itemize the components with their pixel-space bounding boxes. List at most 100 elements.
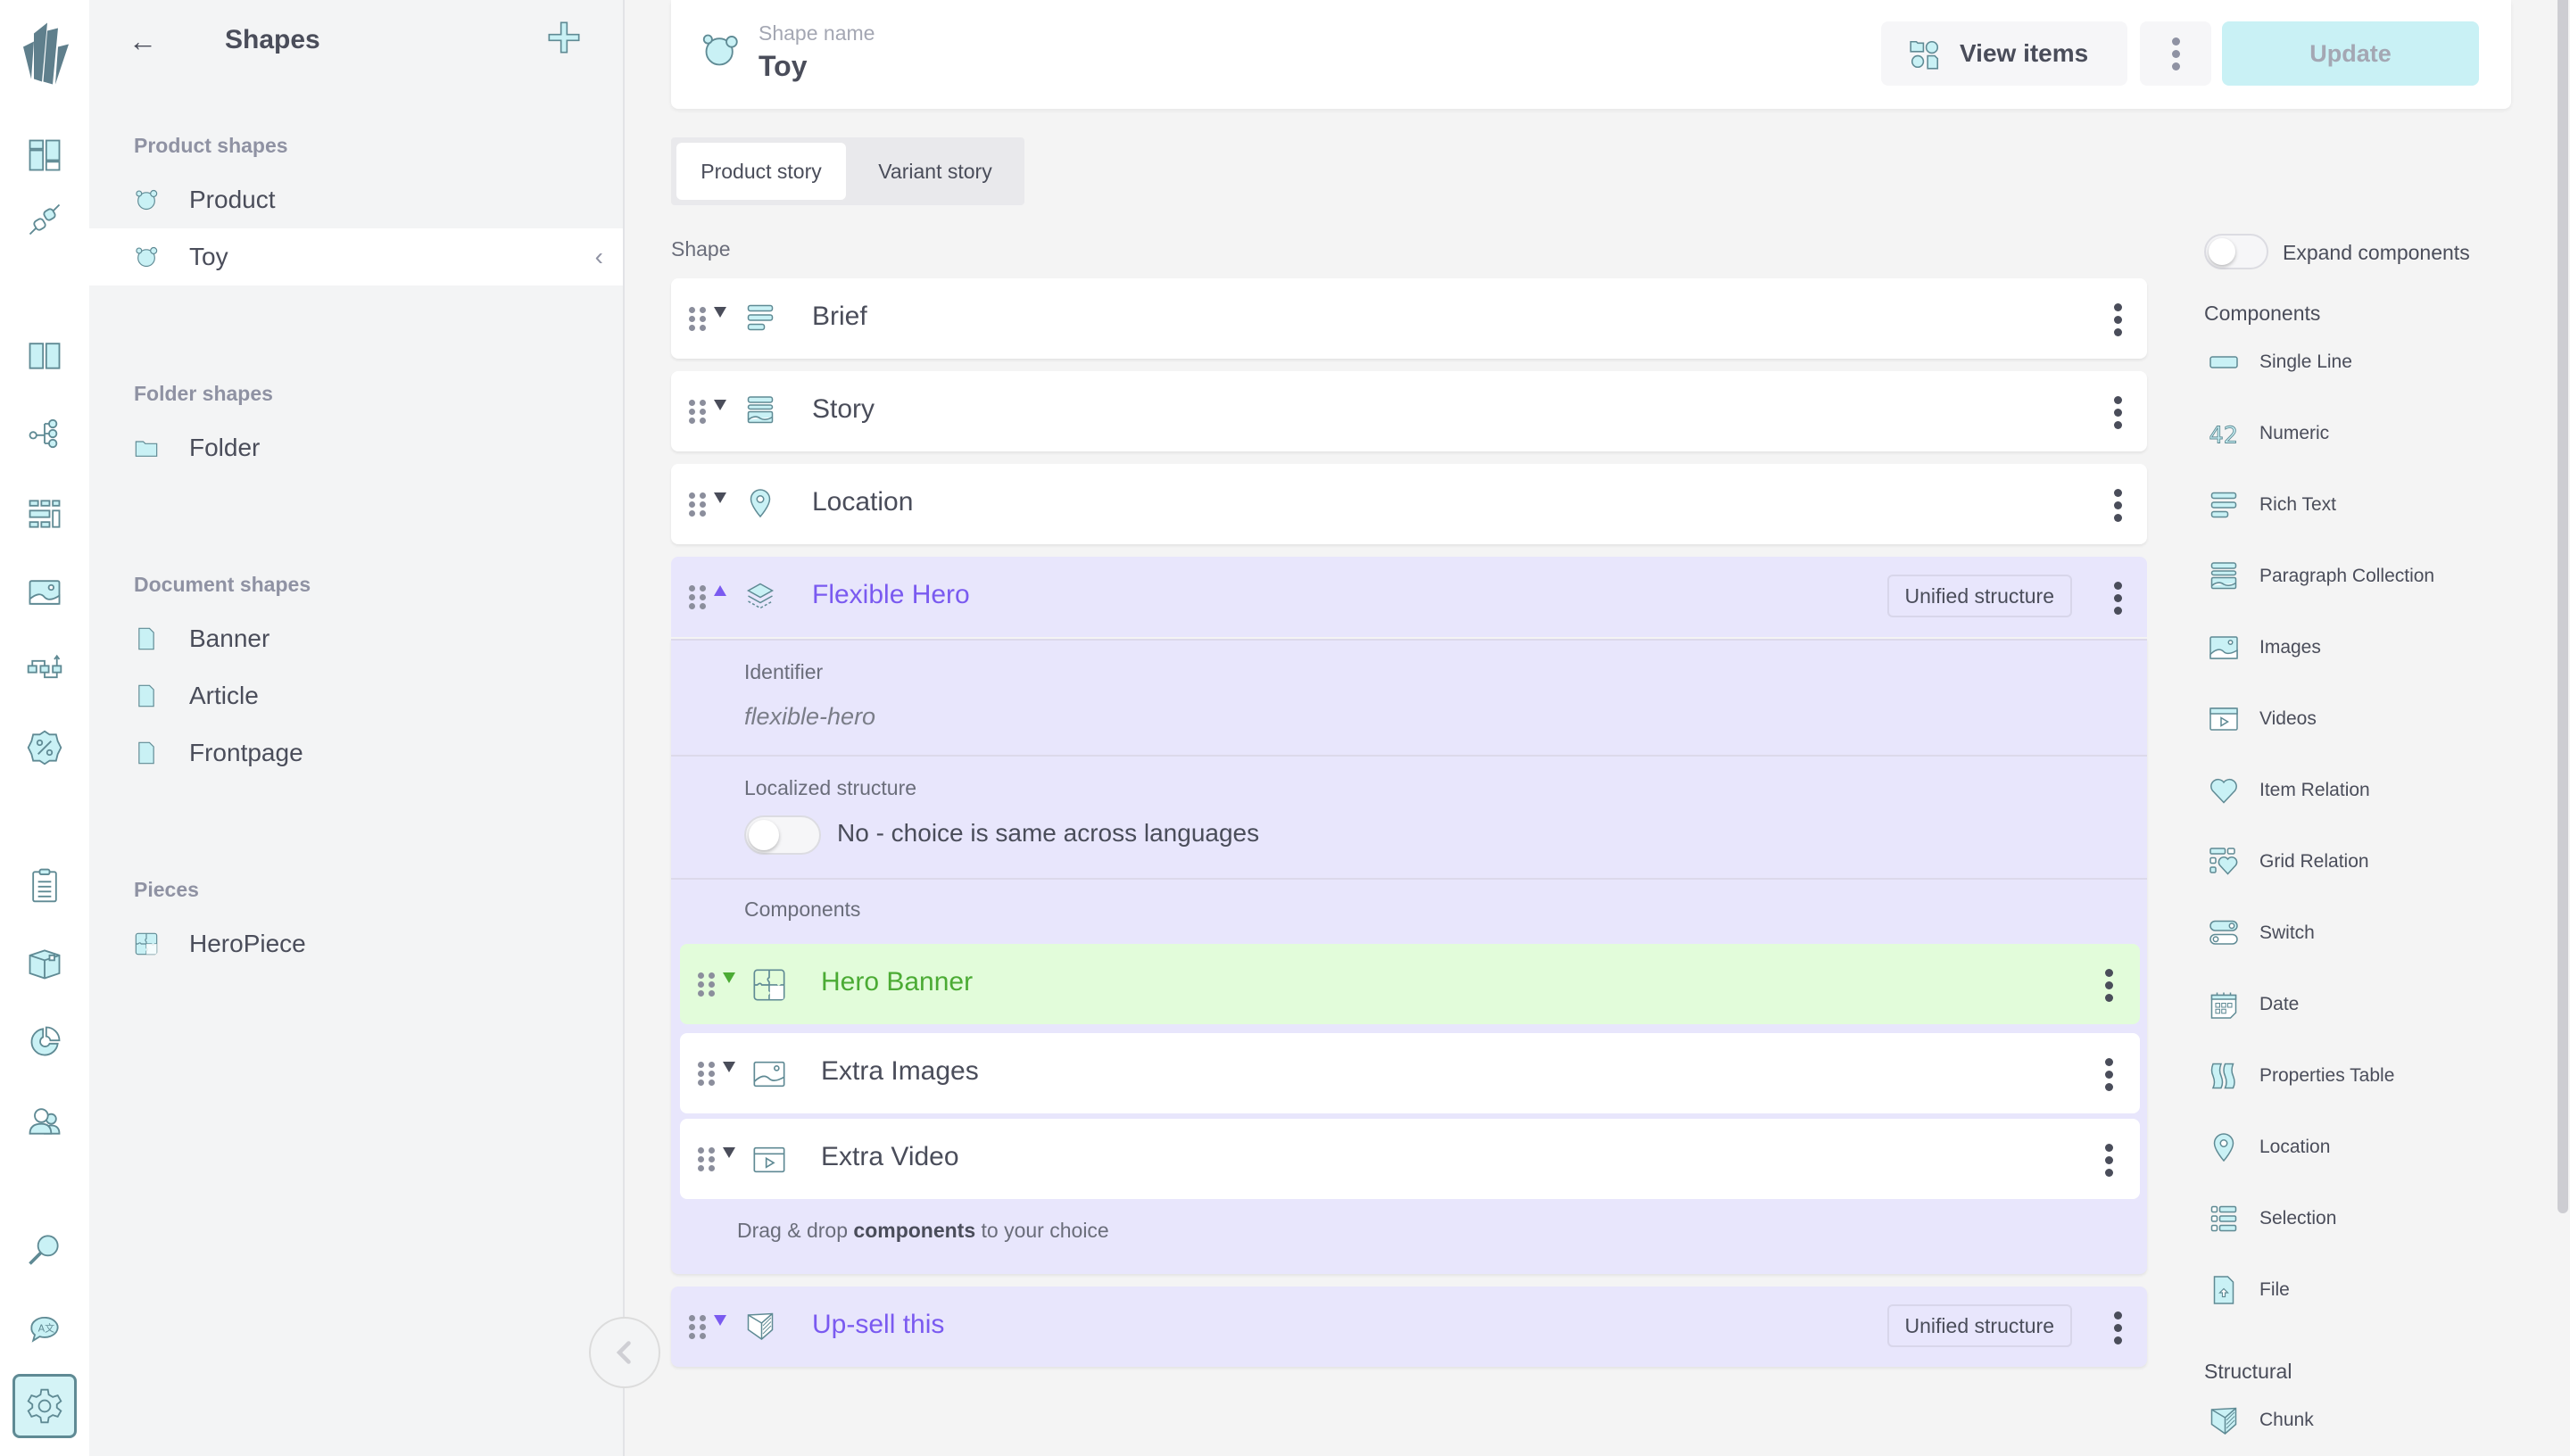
customers-icon[interactable] [23,1099,66,1142]
more-vertical-icon[interactable] [2114,489,2122,522]
component-row-hero-banner[interactable]: Hero Banner [680,944,2140,1024]
localized-structure-toggle[interactable] [744,815,821,855]
plus-icon[interactable] [546,20,582,55]
shape-name-input[interactable]: Toy [759,50,808,83]
divider [671,878,2147,880]
palette-item-date[interactable]: Date [2204,980,2499,1030]
discounts-icon[interactable] [23,726,66,769]
caret-up-icon[interactable] [714,585,726,596]
sidebar-item-folder[interactable]: Folder [89,419,623,476]
flows-icon[interactable] [23,648,66,691]
palette-item-selection[interactable]: Selection [2204,1194,2499,1244]
single-line-icon [2209,356,2238,368]
scrollbar-thumb[interactable] [2558,0,2568,1213]
caret-down-icon[interactable] [714,307,726,318]
palette-item-properties-table[interactable]: Properties Table [2204,1051,2499,1101]
identifier-input[interactable]: flexible-hero [744,703,875,731]
palette-item-paragraph-collection[interactable]: Paragraph Collection [2204,551,2499,601]
palette-item-location[interactable]: Location [2204,1122,2499,1172]
caret-down-icon[interactable] [723,1062,735,1072]
videos-icon [753,1146,785,1173]
palette-item-videos[interactable]: Videos [2204,694,2499,744]
drag-handle-icon[interactable] [689,1315,707,1339]
reports-icon[interactable] [23,1021,66,1063]
drag-handle-icon[interactable] [689,400,707,424]
collapse-sidebar-button[interactable] [589,1317,660,1388]
drag-handle-icon[interactable] [689,307,707,331]
topics-icon[interactable] [23,412,66,455]
grids-icon[interactable] [23,492,66,535]
page-scrollbar[interactable] [2556,0,2570,1456]
images-icon [2209,636,2238,659]
flexible-hero-settings: Identifier flexible-hero Localized struc… [671,639,2147,1274]
palette-item-images[interactable]: Images [2204,623,2499,673]
puzzle-icon [135,932,158,956]
bear-icon [136,189,158,211]
sidebar-item-toy[interactable]: Toy ‹ [89,228,623,285]
search-icon[interactable] [23,1228,66,1270]
component-row-story[interactable]: Story [671,371,2147,451]
grid-relation-icon [2209,848,2238,875]
sidebar-item-product[interactable]: Product [89,171,623,228]
tab-product-story[interactable]: Product story [676,143,846,200]
more-vertical-icon[interactable] [2105,1144,2113,1177]
update-button[interactable]: Update [2222,21,2479,86]
fulfilment-icon[interactable] [23,942,66,985]
sidebar-item-article[interactable]: Article [89,667,623,724]
chunk-icon [2210,1407,2237,1435]
component-row-flexible-hero[interactable]: Flexible Hero Unified structure [671,557,2147,637]
sidebar-item-banner[interactable]: Banner [89,610,623,667]
component-row-up-sell-this[interactable]: Up-sell this Unified structure [671,1286,2147,1367]
component-row-extra-video[interactable]: Extra Video [680,1119,2140,1199]
media-icon[interactable] [23,571,66,614]
tab-variant-story[interactable]: Variant story [850,143,1021,200]
palette-item-file[interactable]: File [2204,1265,2499,1315]
catalogue-icon[interactable] [23,334,66,376]
palette-item-label: Images [2259,637,2321,658]
expand-components-toggle[interactable] [2204,234,2268,269]
more-vertical-icon[interactable] [2114,582,2122,615]
logo-icon[interactable] [16,18,73,89]
dashboard-icon[interactable] [23,134,66,177]
sidebar-header: ← Shapes [89,0,625,80]
component-row-location[interactable]: Location [671,464,2147,544]
drag-handle-icon[interactable] [698,972,716,997]
orders-icon[interactable] [23,864,66,906]
more-options-button[interactable] [2140,21,2211,86]
palette-item-switch[interactable]: Switch [2204,908,2499,958]
more-vertical-icon[interactable] [2105,1058,2113,1091]
palette-item-item-relation[interactable]: Item Relation [2204,765,2499,815]
palette-item-grid-relation[interactable]: Grid Relation [2204,837,2499,887]
drag-handle-icon[interactable] [698,1147,716,1171]
caret-down-icon[interactable] [723,1147,735,1158]
caret-down-icon[interactable] [714,1315,726,1326]
drag-handle-icon[interactable] [689,585,707,609]
component-row-brief[interactable]: Brief [671,278,2147,359]
plugins-icon[interactable] [23,198,66,241]
drag-handle-icon[interactable] [698,1062,716,1086]
arrow-left-icon[interactable]: ← [128,25,157,58]
components-label: Components [744,898,861,921]
more-vertical-icon[interactable] [2114,396,2122,429]
palette-item-numeric[interactable]: 42 Numeric [2204,409,2499,459]
caret-down-icon[interactable] [723,972,735,983]
item-relation-icon [2210,778,2237,804]
sidebar-item-heropiece[interactable]: HeroPiece [89,915,623,972]
more-vertical-icon[interactable] [2105,969,2113,1002]
more-vertical-icon[interactable] [2114,1311,2122,1344]
sidebar-item-frontpage[interactable]: Frontpage [89,724,623,782]
folder-icon [135,441,158,457]
settings-icon[interactable] [12,1374,77,1438]
caret-down-icon[interactable] [714,492,726,503]
palette-item-label: Paragraph Collection [2259,566,2435,586]
translate-icon[interactable]: A文 [23,1306,66,1349]
view-items-button[interactable]: View items [1881,21,2127,86]
caret-down-icon[interactable] [714,400,726,410]
sidebar-item-label: Toy [189,243,228,270]
drag-handle-icon[interactable] [689,492,707,517]
more-vertical-icon[interactable] [2114,303,2122,336]
component-row-extra-images[interactable]: Extra Images [680,1033,2140,1113]
palette-item-chunk[interactable]: Chunk [2204,1395,2499,1445]
palette-item-single-line[interactable]: Single Line [2204,337,2499,387]
palette-item-rich-text[interactable]: Rich Text [2204,480,2499,530]
